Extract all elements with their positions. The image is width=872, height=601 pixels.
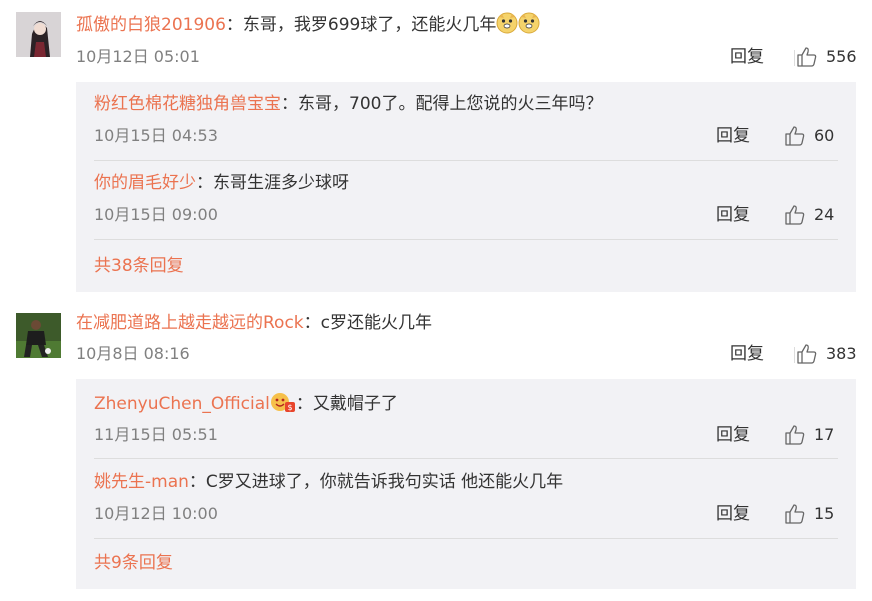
timestamp: 10月15日 09:00 bbox=[94, 205, 218, 224]
like-count: 556 bbox=[826, 47, 857, 66]
reply-list: ZhenyuChen_Official $ ：又戴帽子了 11月15日 05:5… bbox=[76, 379, 856, 589]
separator: ： bbox=[225, 15, 243, 35]
username-link[interactable]: 姚先生-man bbox=[94, 472, 189, 492]
timestamp: 11月15日 05:51 bbox=[94, 425, 218, 444]
reply-text: 又戴帽子了 bbox=[312, 394, 398, 414]
reply-button[interactable]: 回复 bbox=[730, 45, 764, 69]
avatar[interactable] bbox=[16, 12, 61, 57]
doge-emoji-icon bbox=[496, 12, 518, 41]
thumbs-up-icon bbox=[785, 126, 805, 146]
timestamp: 10月8日 08:16 bbox=[76, 344, 190, 363]
reply-button[interactable]: 回复 bbox=[716, 423, 750, 447]
divider bbox=[94, 538, 838, 539]
svg-text:$: $ bbox=[287, 403, 292, 412]
reply-button[interactable]: 回复 bbox=[716, 124, 750, 148]
separator: ： bbox=[281, 94, 298, 114]
vip-badge-icon: $ bbox=[270, 391, 296, 420]
divider bbox=[94, 458, 838, 459]
username-link[interactable]: 孤傲的白狼201906 bbox=[76, 15, 226, 35]
username-link[interactable]: 你的眉毛好少 bbox=[94, 173, 196, 193]
reply-text: 东哥生涯多少球呀 bbox=[213, 173, 349, 193]
like-count: 15 bbox=[814, 504, 835, 523]
more-replies-link[interactable]: 共9条回复 bbox=[94, 551, 173, 575]
divider bbox=[94, 239, 838, 240]
thumbs-up-icon bbox=[797, 47, 817, 67]
like-count: 60 bbox=[814, 126, 835, 145]
separator: ： bbox=[303, 313, 321, 333]
reply-button[interactable]: 回复 bbox=[730, 342, 764, 366]
comment-text: c罗还能火几年 bbox=[320, 313, 432, 333]
divider bbox=[94, 160, 838, 161]
reply-text: C罗又进球了，你就告诉我句实话 他还能火几年 bbox=[205, 472, 564, 492]
comment-content: 在减肥道路上越走越远的Rock：c罗还能火几年 bbox=[76, 311, 432, 335]
reply-text: 东哥，700了。配得上您说的火三年吗？ bbox=[298, 94, 603, 114]
doge-emoji-icon bbox=[518, 12, 540, 41]
like-count: 17 bbox=[814, 425, 835, 444]
divider bbox=[794, 347, 795, 363]
reply-content: 粉红色棉花糖独角兽宝宝：东哥，700了。配得上您说的火三年吗？ bbox=[94, 92, 602, 116]
thumbs-up-icon bbox=[797, 344, 817, 364]
thumbs-up-icon bbox=[785, 425, 805, 445]
comment-meta: 10月12日 05:01 回复 556 bbox=[76, 45, 857, 69]
thumbs-up-icon bbox=[785, 205, 805, 225]
more-replies-link[interactable]: 共38条回复 bbox=[94, 254, 184, 278]
username-link[interactable]: ZhenyuChen_Official bbox=[94, 394, 270, 414]
reply-meta: 10月15日 09:00 回复 24 bbox=[94, 203, 838, 227]
timestamp: 10月15日 04:53 bbox=[94, 126, 218, 145]
timestamp: 10月12日 05:01 bbox=[76, 47, 200, 66]
reply-meta: 10月12日 10:00 回复 15 bbox=[94, 502, 838, 526]
username-link[interactable]: 在减肥道路上越走越远的Rock bbox=[76, 313, 304, 333]
comment-content: 孤傲的白狼201906：东哥，我罗699球了，还能火几年 bbox=[76, 12, 540, 41]
timestamp: 10月12日 10:00 bbox=[94, 504, 218, 523]
comment-text: 东哥，我罗699球了，还能火几年 bbox=[242, 15, 497, 35]
reply-content: 你的眉毛好少：东哥生涯多少球呀 bbox=[94, 171, 349, 195]
divider bbox=[794, 50, 795, 66]
reply-button[interactable]: 回复 bbox=[716, 203, 750, 227]
reply-meta: 11月15日 05:51 回复 17 bbox=[94, 423, 838, 447]
username-link[interactable]: 粉红色棉花糖独角兽宝宝 bbox=[94, 94, 281, 114]
comment-meta: 10月8日 08:16 回复 383 bbox=[76, 342, 857, 366]
separator: ： bbox=[196, 173, 213, 193]
reply-button[interactable]: 回复 bbox=[716, 502, 750, 526]
like-count: 383 bbox=[826, 344, 857, 363]
reply-content: 姚先生-man：C罗又进球了，你就告诉我句实话 他还能火几年 bbox=[94, 470, 563, 494]
reply-content: ZhenyuChen_Official $ ：又戴帽子了 bbox=[94, 391, 398, 420]
reply-meta: 10月15日 04:53 回复 60 bbox=[94, 124, 838, 148]
like-count: 24 bbox=[814, 205, 835, 224]
separator: ： bbox=[295, 394, 313, 414]
thumbs-up-icon bbox=[785, 504, 805, 524]
reply-list: 粉红色棉花糖独角兽宝宝：东哥，700了。配得上您说的火三年吗？ 10月15日 0… bbox=[76, 82, 856, 292]
avatar[interactable] bbox=[16, 313, 61, 358]
separator: ： bbox=[188, 472, 206, 492]
